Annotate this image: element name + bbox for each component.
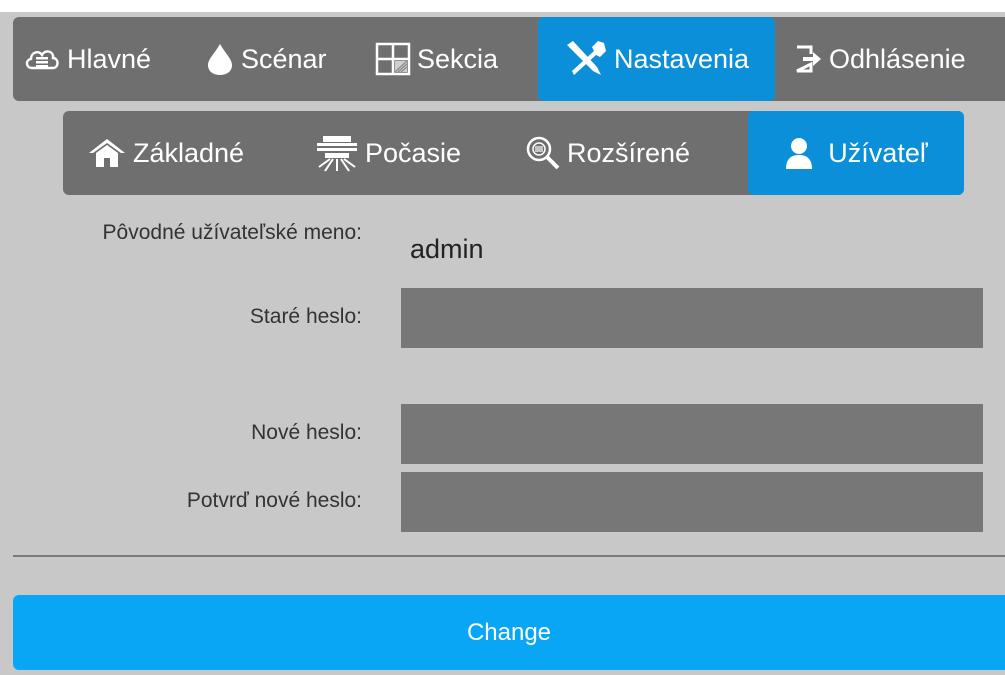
settings-page: Hlavné Scénar Sekcia Nastavenia Odhlásen… xyxy=(0,0,1005,675)
tab-label: Užívateľ xyxy=(828,137,928,168)
original-username-value: admin xyxy=(410,234,484,264)
old-password-label: Staré heslo: xyxy=(249,305,362,328)
confirm-password-label: Potvrď nové heslo: xyxy=(186,489,362,512)
tab-pocasie[interactable]: Počasie xyxy=(315,111,495,195)
tab-uzivatel[interactable]: Užívateľ xyxy=(748,111,964,195)
new-password-label: Nové heslo: xyxy=(251,421,362,444)
tab-label: Počasie xyxy=(365,137,462,168)
sub-nav: Základné Počasie Rozšírené Užívateľ xyxy=(63,111,964,195)
cloud-icon xyxy=(23,44,61,74)
tab-label: Odhlásenie xyxy=(829,43,966,74)
confirm-password-field[interactable] xyxy=(401,472,983,532)
main-nav: Hlavné Scénar Sekcia Nastavenia Odhlásen… xyxy=(13,17,1005,101)
tab-odhlasenie[interactable]: Odhlásenie xyxy=(793,17,1005,101)
tab-sekcia[interactable]: Sekcia xyxy=(375,17,535,101)
tab-rozsirene[interactable]: Rozšírené xyxy=(525,111,725,195)
divider xyxy=(13,555,1005,557)
logout-icon xyxy=(793,44,823,74)
old-password-field[interactable] xyxy=(401,288,983,348)
tab-scenar[interactable]: Scénar xyxy=(205,17,365,101)
magnifier-icon xyxy=(525,135,561,171)
tools-icon xyxy=(564,39,608,79)
tab-hlavne[interactable]: Hlavné xyxy=(23,17,193,101)
new-password-field[interactable] xyxy=(401,404,983,464)
tab-zakladne[interactable]: Základné xyxy=(87,111,287,195)
original-username-label: Pôvodné užívateľské meno: xyxy=(102,221,362,244)
tab-nastavenia[interactable]: Nastavenia xyxy=(538,17,775,101)
grid-icon xyxy=(375,42,411,76)
tab-label: Nastavenia xyxy=(613,43,750,74)
sprinkler-icon xyxy=(315,133,359,173)
top-margin xyxy=(0,0,1005,12)
drop-icon xyxy=(205,42,235,76)
tab-label: Rozšírené xyxy=(567,137,691,168)
tab-label: Hlavné xyxy=(67,43,152,74)
user-icon xyxy=(784,136,814,170)
tab-label: Základné xyxy=(133,137,245,168)
tab-label: Scénar xyxy=(241,43,327,74)
change-button[interactable]: Change xyxy=(13,595,1005,670)
tab-label: Sekcia xyxy=(417,43,499,74)
home-icon xyxy=(87,136,127,170)
